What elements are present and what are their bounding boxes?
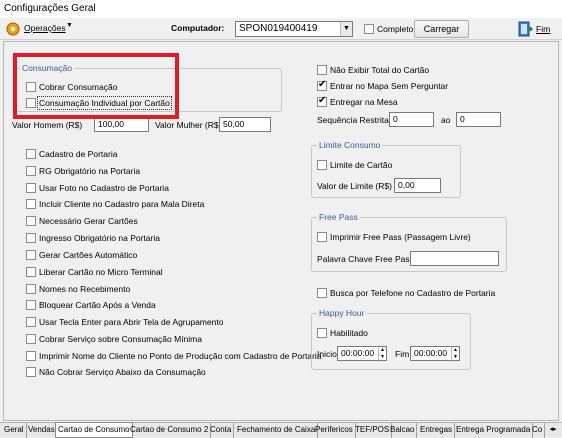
entregar-mesa-label: Entregar na Mesa [330, 97, 398, 107]
computador-value: SPON019400419 [239, 23, 318, 34]
tecla-enter-checkbox[interactable] [26, 317, 36, 327]
imprimir-nome-checkbox[interactable] [26, 351, 36, 361]
rg-obrigatorio-checkbox[interactable] [26, 166, 36, 176]
tab-co[interactable]: Co [530, 423, 546, 438]
fim-value: 00:00:00 [414, 348, 448, 358]
limite-consumo-title: Limite Consumo [317, 140, 383, 150]
operacoes-label: Operações [24, 23, 66, 33]
habilitado-label: Habilitado [330, 328, 368, 338]
cobrar-servico-checkbox[interactable] [26, 334, 36, 344]
option-label: Usar Foto no Cadastro de Portaria [39, 183, 169, 193]
valor-mulher-label: Valor Mulher (R$) [155, 120, 222, 130]
tab-entregas[interactable]: Entregas [418, 423, 456, 438]
happy-hour-title: Happy Hour [317, 308, 367, 318]
entrar-mapa-label: Entrar no Mapa Sem Perguntar [330, 81, 449, 91]
incluir-cliente-checkbox[interactable] [26, 199, 36, 209]
sequencia-to-input[interactable]: 0 [456, 112, 501, 127]
option-label: Usar Tecla Enter para Abrir Tela de Agru… [39, 317, 224, 327]
tab-tef-pos[interactable]: TEF/POS [353, 423, 393, 438]
tab-fechamento-caixa[interactable]: Fechamento de Caixa [235, 423, 319, 438]
bloquear-cartao-checkbox[interactable] [26, 300, 36, 310]
palavra-chave-input[interactable] [410, 251, 499, 266]
sequencia-from-input[interactable]: 0 [389, 112, 434, 127]
option-label: Cobrar Serviço sobre Consumação Mínima [39, 334, 202, 344]
window-title: Configurações Geral [4, 3, 96, 14]
ao-label: ao [441, 115, 451, 125]
imprimir-free-pass-label: Imprimir Free Pass (Passagem Livre) [330, 232, 471, 242]
option-label: Cadastro de Portaria [39, 149, 118, 159]
option-label: Bloquear Cartão Após a Venda [39, 300, 156, 310]
tab-balcao[interactable]: Balcao [388, 423, 418, 438]
valor-limite-input[interactable]: 0,00 [394, 178, 441, 193]
tab-scroll-arrows-icon[interactable]: ◂▸ [544, 423, 562, 438]
limite-cartao-label: Limite de Cartão [330, 160, 393, 170]
nao-cobrar-servico-checkbox[interactable] [26, 367, 36, 377]
tab-bar: Geral Vendas Cartao de Consumo Cartao de… [0, 422, 562, 438]
imprimir-free-pass-checkbox[interactable] [317, 232, 327, 242]
completo-checkbox[interactable] [364, 24, 374, 34]
nao-exibir-total-label: Não Exibir Total do Cartão [330, 65, 430, 75]
option-label: Liberar Cartão no Micro Terminal [39, 267, 163, 277]
computador-label: Computador: [171, 23, 225, 33]
valor-homem-label: Valor Homem (R$) [12, 120, 83, 130]
tab-entrega-programada[interactable]: Entrega Programada [454, 423, 534, 438]
operacoes-menu-button[interactable]: Operações ▼ [4, 20, 76, 38]
chevron-down-icon: ▼ [66, 22, 73, 29]
option-label: Necessário Gerar Cartões [39, 216, 138, 226]
inicio-label: Inicio [317, 349, 337, 359]
spin-arrows-icon[interactable]: ▲ ▼ [451, 347, 459, 362]
nao-exibir-total-checkbox[interactable] [317, 65, 327, 75]
cadastro-portaria-checkbox[interactable] [26, 149, 36, 159]
gerar-cartoes-necessario-checkbox[interactable] [26, 216, 36, 226]
liberar-cartao-checkbox[interactable] [26, 267, 36, 277]
spin-arrows-icon[interactable]: ▲ ▼ [378, 347, 386, 362]
entrar-mapa-checkbox[interactable] [317, 79, 327, 91]
completo-label: Completo [377, 24, 414, 34]
content-panel: Consumação Cobrar Consumação Consumação … [3, 41, 559, 421]
inicio-value: 00:00:00 [341, 348, 375, 358]
option-label: Gerar Cartões Automático [39, 250, 138, 260]
tab-vendas[interactable]: Vendas [26, 423, 58, 438]
option-label: Nomes no Recebimento [39, 284, 131, 294]
fim-button[interactable]: Fim [517, 20, 557, 38]
limite-cartao-checkbox[interactable] [317, 160, 327, 170]
palavra-chave-label: Palavra Chave Free Pass: [317, 254, 417, 264]
gerar-cartoes-automatico-checkbox[interactable] [26, 250, 36, 260]
fim-time-input[interactable]: 00:00:00 ▲ ▼ [410, 346, 460, 362]
toolbar: Operações ▼ Computador: SPON019400419 ▼ … [0, 18, 562, 40]
option-label: Não Cobrar Serviço Abaixo da Consumação [39, 367, 206, 377]
tab-geral[interactable]: Geral [2, 423, 27, 438]
entregar-mesa-checkbox[interactable] [317, 95, 327, 107]
highlight-box [13, 53, 179, 119]
option-label: Incluir Cliente no Cadastro para Mala Di… [39, 199, 205, 209]
computador-select[interactable]: SPON019400419 ▼ [235, 21, 353, 37]
valor-homem-input[interactable]: 100,00 [94, 117, 149, 132]
nomes-recebimento-checkbox[interactable] [26, 284, 36, 294]
tab-cartao-consumo[interactable]: Cartao de Consumo [55, 422, 133, 438]
gear-icon [6, 22, 20, 36]
option-label: Imprimir Nome do Cliente no Ponto de Pro… [39, 351, 322, 361]
happy-hour-group [311, 313, 471, 370]
fim-time-label: Fim [395, 349, 410, 359]
ingresso-obrigatorio-checkbox[interactable] [26, 233, 36, 243]
habilitado-checkbox[interactable] [317, 328, 327, 338]
usar-foto-checkbox[interactable] [26, 183, 36, 193]
free-pass-title: Free Pass [317, 212, 360, 222]
inicio-time-input[interactable]: 00:00:00 ▲ ▼ [337, 346, 387, 362]
tab-cartao-consumo-2[interactable]: Cartao de Consumo 2 [128, 423, 212, 438]
option-label: Ingresso Obrigatório na Portaria [39, 233, 160, 243]
tab-conta[interactable]: Conta [208, 423, 235, 438]
title-bar: Configurações Geral [0, 0, 562, 20]
tab-perifericos[interactable]: Perifericos [313, 423, 356, 438]
valor-mulher-input[interactable]: 50,00 [219, 117, 271, 132]
busca-telefone-checkbox[interactable] [317, 288, 327, 298]
dropdown-arrow-icon[interactable]: ▼ [340, 22, 352, 36]
valor-limite-label: Valor de Limite (R$) [317, 181, 392, 191]
busca-telefone-label: Busca por Telefone no Cadastro de Portar… [330, 288, 496, 298]
exit-icon [518, 21, 533, 37]
option-label: RG Obrigatório na Portaria [39, 166, 141, 176]
fim-label: Fim [536, 24, 551, 34]
sequencia-label: Sequência Restrita: [317, 115, 392, 125]
carregar-button[interactable]: Carregar [414, 20, 469, 38]
